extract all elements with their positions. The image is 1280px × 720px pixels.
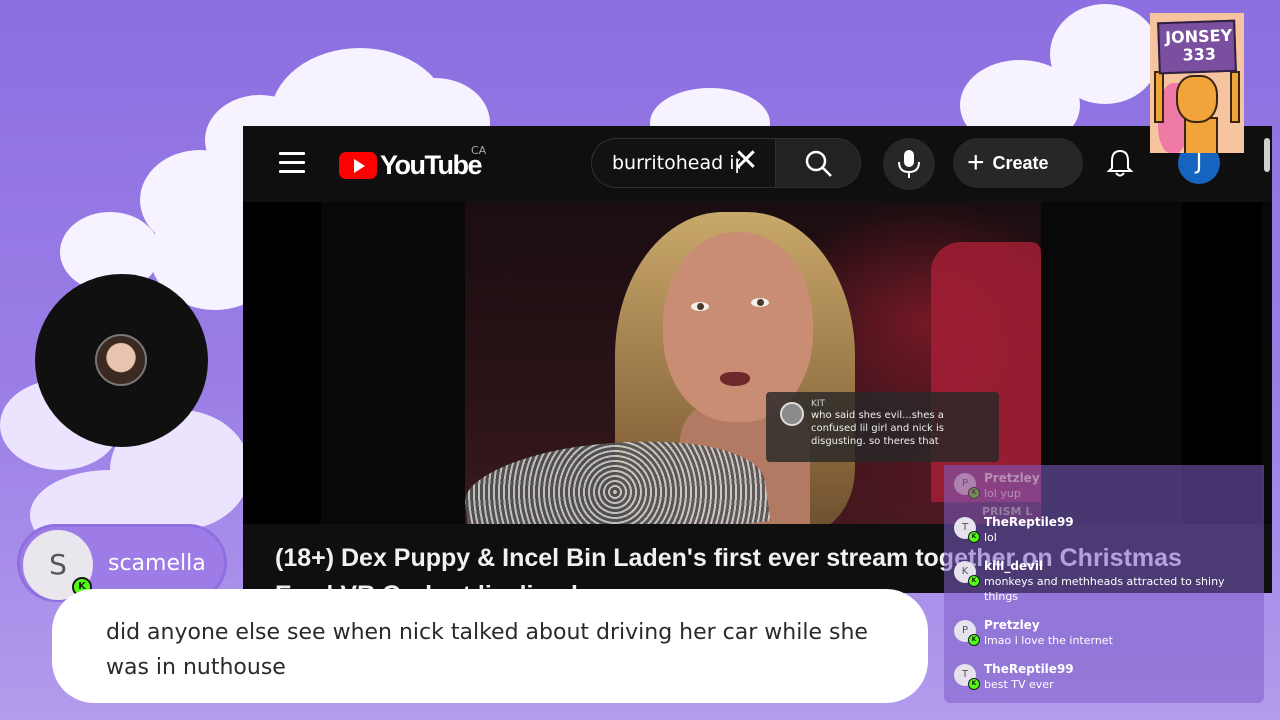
overlay-comment-avatar (780, 402, 804, 426)
speaker-message: did anyone else see when nick talked abo… (106, 620, 868, 680)
chat-avatar: TK (954, 664, 980, 690)
menu-icon[interactable] (279, 152, 305, 174)
search-value: burritohead ip (612, 152, 740, 174)
youtube-play-icon (339, 152, 377, 179)
youtube-header: YouTube CA burritohead ip ✕ + Create J (243, 126, 1272, 202)
chat-text: lol yup (984, 487, 1021, 500)
search-icon (805, 150, 832, 177)
youtube-logo[interactable]: YouTube (339, 150, 482, 181)
create-button[interactable]: + Create (953, 138, 1083, 188)
webcam-circle (35, 274, 208, 447)
chat-message: KK kill_devil monkeys and methheads attr… (954, 559, 1254, 609)
chat-text: lol (984, 531, 997, 544)
chat-message: TK TheReptile99 lol (954, 515, 1254, 555)
chat-avatar: TK (954, 517, 980, 543)
speaker-message-bubble: did anyone else see when nick talked abo… (52, 589, 928, 703)
voice-search-button[interactable] (883, 138, 935, 190)
webcam-face (95, 334, 147, 386)
search-button[interactable] (775, 138, 861, 188)
chat-text: lmao i love the internet (984, 634, 1113, 647)
chat-username: Pretzley (984, 471, 1040, 485)
create-label: Create (992, 152, 1049, 173)
channel-logo: JONSEY 333 (1150, 13, 1244, 153)
chat-message: PK Pretzley lmao i love the internet (954, 618, 1254, 658)
logo-sign: JONSEY 333 (1157, 19, 1237, 75)
page-scrollbar[interactable] (1264, 138, 1270, 578)
notifications-bell-icon[interactable] (1105, 148, 1135, 178)
youtube-logo-text: YouTube (380, 150, 482, 180)
chat-panel: PK Pretzley lol yup PRISM L TK TheReptil… (944, 465, 1264, 703)
clear-search-icon[interactable]: ✕ (733, 146, 759, 176)
chat-username: kill_devil (984, 559, 1044, 573)
microphone-icon (898, 150, 920, 178)
chat-username: Pretzley (984, 618, 1040, 632)
chat-message: TK TheReptile99 best TV ever (954, 662, 1254, 702)
country-code: CA (471, 144, 487, 157)
chat-username: TheReptile99 (984, 662, 1074, 676)
chat-username: TheReptile99 (984, 515, 1074, 529)
chat-text: best TV ever (984, 678, 1054, 691)
plus-icon: + (967, 146, 985, 179)
chat-message: PK Pretzley lol yup PRISM L (954, 471, 1254, 518)
giraffe-mascot (1176, 75, 1218, 123)
video-overlay-comment: KIT who said shes evil...shes a confused… (766, 392, 999, 462)
overlay-comment-name: KIT (811, 399, 826, 409)
chat-text: monkeys and methheads attracted to shiny… (984, 575, 1225, 603)
overlay-comment-text: who said shes evil...shes a confused lil… (811, 410, 944, 447)
chat-avatar: PK (954, 473, 980, 499)
speaker-name: scamella (108, 551, 206, 576)
chat-avatar: KK (954, 561, 980, 587)
logo-text-line2: 333 (1182, 44, 1217, 65)
chat-avatar: PK (954, 620, 980, 646)
